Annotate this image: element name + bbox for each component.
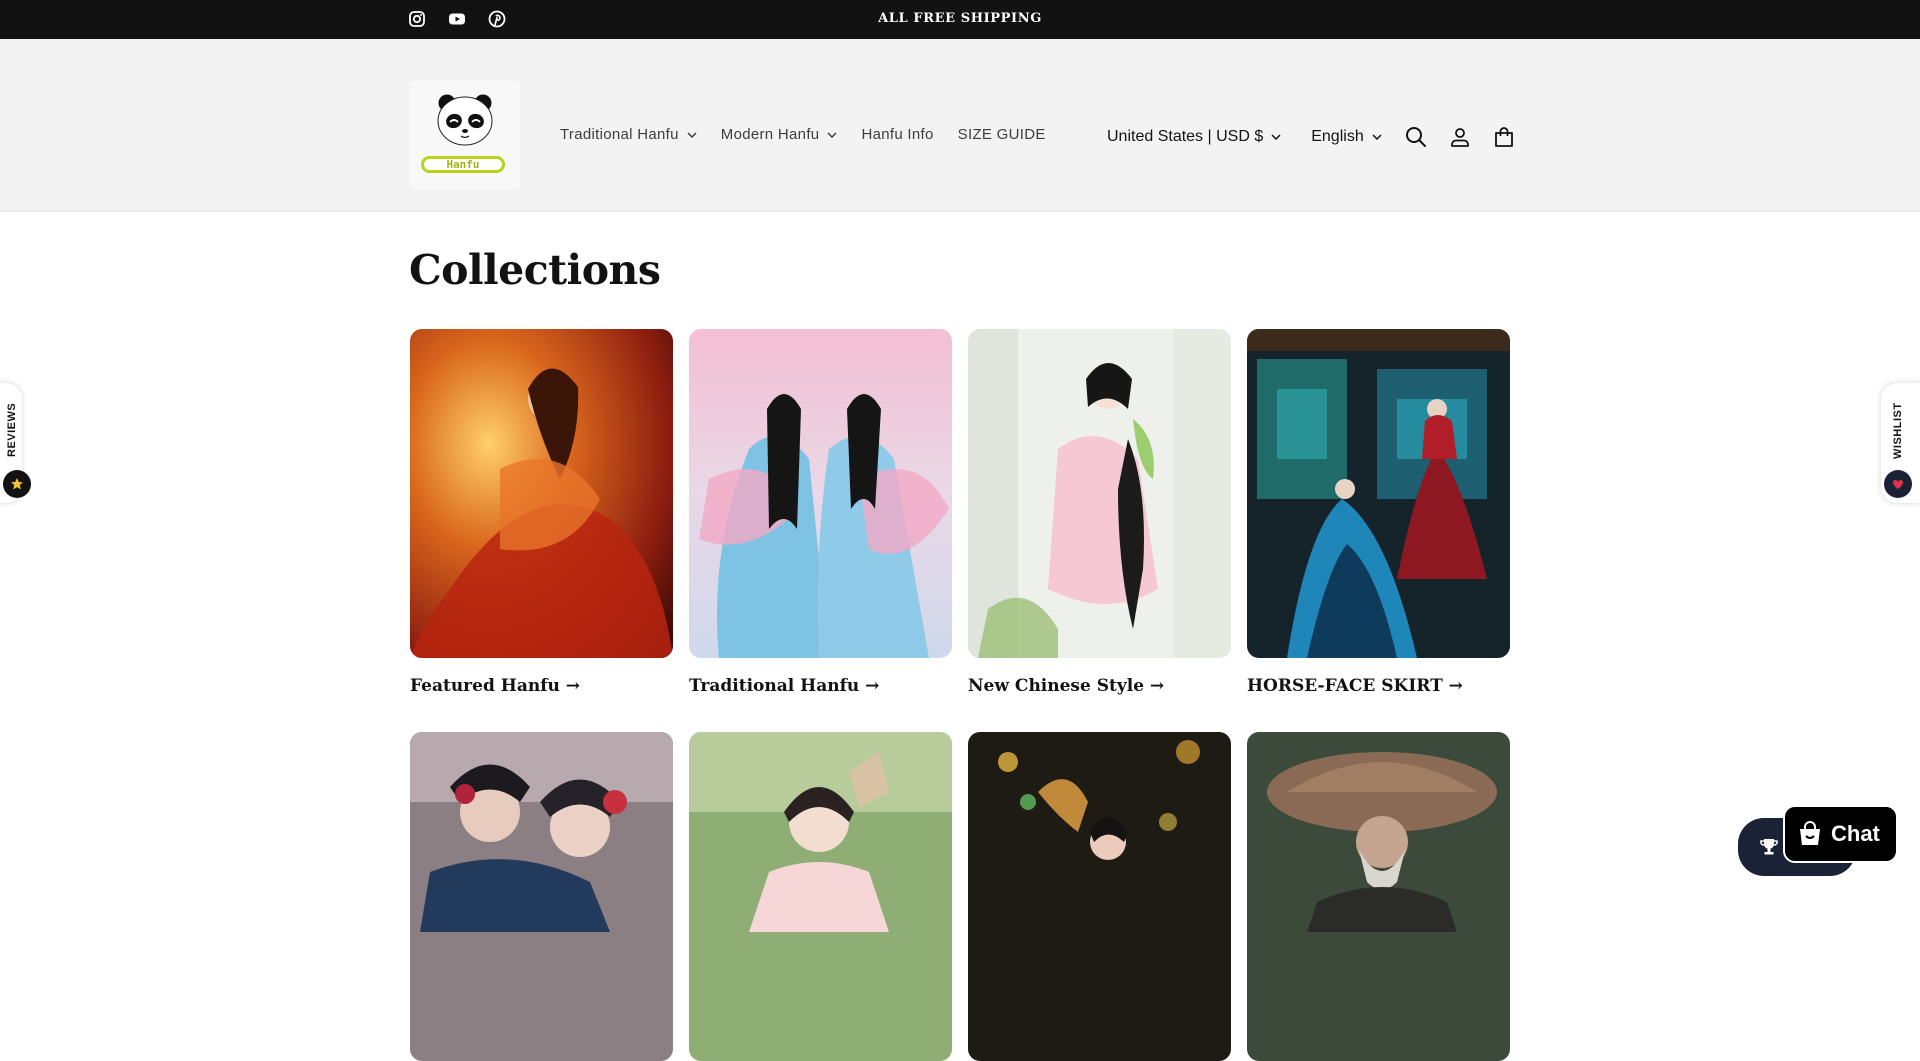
collection-image	[689, 329, 952, 658]
chat-label: Chat	[1831, 821, 1880, 846]
collection-image	[1247, 732, 1510, 1061]
nav-item-hanfu-info[interactable]: Hanfu Info	[861, 126, 933, 143]
collection-image	[1247, 329, 1510, 658]
collection-card[interactable]	[1247, 732, 1510, 1061]
collection-card-new-chinese-style[interactable]	[968, 329, 1231, 658]
wishlist-tab-label: WISHLIST	[1892, 402, 1904, 459]
collection-card[interactable]	[968, 732, 1231, 1061]
nav-item-label: Modern Hanfu	[720, 126, 820, 143]
shopping-bag-icon	[1800, 821, 1820, 845]
collection-link-horse-face-skirt[interactable]: HORSE-FACE SKIRT →	[1247, 676, 1463, 696]
announcement-bar: ALL FREE SHIPPING	[0, 0, 1920, 39]
collection-link-featured-hanfu[interactable]: Featured Hanfu →	[410, 676, 580, 696]
country-label: United States | USD $	[1107, 128, 1264, 145]
collection-card[interactable]	[689, 732, 952, 1061]
wishlist-side-tab[interactable]: WISHLIST	[1881, 383, 1920, 503]
announcement-text: ALL FREE SHIPPING	[878, 11, 1042, 26]
collection-image	[410, 732, 673, 1061]
nav-item-traditional-hanfu[interactable]: Traditional Hanfu	[560, 126, 697, 143]
chat-button[interactable]: Chat	[1783, 805, 1898, 863]
collection-image	[410, 329, 673, 658]
collection-image	[968, 732, 1231, 1061]
chevron-down-icon	[827, 131, 837, 138]
trophy-icon	[1760, 839, 1778, 855]
collection-card-horse-face-skirt[interactable]	[1247, 329, 1510, 658]
site-logo[interactable]: Hanfu	[410, 81, 520, 189]
country-selector[interactable]: United States | USD $	[1107, 128, 1281, 146]
site-header: Hanfu Traditional Hanfu Modern Hanfu Han…	[0, 39, 1920, 212]
collection-link-new-chinese-style[interactable]: New Chinese Style →	[968, 676, 1164, 696]
reviews-side-tab[interactable]: REVIEWS	[0, 383, 31, 503]
cart-icon[interactable]	[1492, 125, 1516, 149]
heart-icon	[1884, 470, 1912, 498]
reviews-tab-label: REVIEWS	[6, 402, 18, 457]
nav-item-label: SIZE GUIDE	[957, 126, 1046, 143]
panda-logo-icon	[437, 94, 493, 146]
collection-image	[968, 329, 1231, 658]
language-label: English	[1311, 128, 1364, 145]
collection-card-traditional-hanfu[interactable]	[689, 329, 952, 658]
nav-item-label: Traditional Hanfu	[560, 126, 679, 143]
nav-item-size-guide[interactable]: SIZE GUIDE	[958, 126, 1046, 143]
main-nav: Traditional Hanfu Modern Hanfu Hanfu Inf…	[560, 126, 1070, 143]
chevron-down-icon	[1372, 134, 1382, 140]
collection-card[interactable]	[410, 732, 673, 1061]
star-icon	[3, 470, 31, 498]
language-selector[interactable]: English	[1311, 128, 1382, 146]
page-title: Collections	[409, 246, 661, 294]
header-tools: United States | USD $ English	[1107, 125, 1516, 149]
collection-card-featured-hanfu[interactable]	[410, 329, 673, 658]
logo-tagline: Hanfu	[421, 156, 505, 173]
chevron-down-icon	[687, 131, 697, 138]
nav-item-modern-hanfu[interactable]: Modern Hanfu	[721, 126, 838, 143]
account-icon[interactable]	[1448, 125, 1472, 149]
chevron-down-icon	[1271, 134, 1281, 140]
collection-link-traditional-hanfu[interactable]: Traditional Hanfu →	[689, 676, 879, 696]
search-icon[interactable]	[1404, 125, 1428, 149]
collection-image	[689, 732, 952, 1061]
nav-item-label: Hanfu Info	[861, 126, 934, 143]
